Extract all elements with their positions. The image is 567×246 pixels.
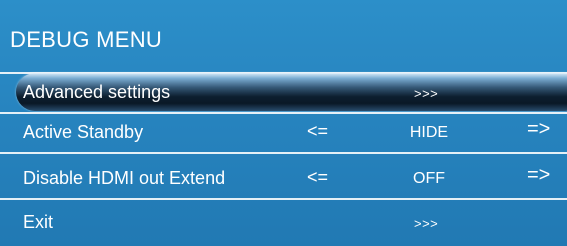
menu-item-label: Disable HDMI out Extend <box>23 168 226 188</box>
row-divider <box>0 152 567 154</box>
menu-item-label: Advanced settings <box>23 82 171 102</box>
submenu-arrow-icon: >>> <box>414 86 439 101</box>
menu-item-disable-hdmi-out-extend[interactable]: Disable HDMI out Extend <= OFF => <box>0 159 567 197</box>
debug-menu-panel: DEBUG MENU Advanced settings >>> Active … <box>0 0 567 246</box>
increase-arrow-icon[interactable]: => <box>527 118 550 140</box>
submenu-arrow-icon: >>> <box>414 216 439 231</box>
increase-arrow-icon[interactable]: => <box>527 164 550 186</box>
decrease-arrow-icon[interactable]: <= <box>307 166 328 188</box>
option-value: HIDE <box>409 124 449 141</box>
menu-item-label: Active Standby <box>23 122 144 142</box>
menu-item-advanced-settings[interactable]: Advanced settings >>> <box>0 73 567 111</box>
menu-item-label: Exit <box>23 212 54 232</box>
menu-item-active-standby[interactable]: Active Standby <= HIDE => <box>0 113 567 151</box>
option-value: OFF <box>413 170 445 187</box>
decrease-arrow-icon[interactable]: <= <box>307 120 328 142</box>
row-divider <box>0 198 567 200</box>
menu-item-exit[interactable]: Exit >>> <box>0 203 567 241</box>
menu-title: DEBUG MENU <box>10 27 163 52</box>
